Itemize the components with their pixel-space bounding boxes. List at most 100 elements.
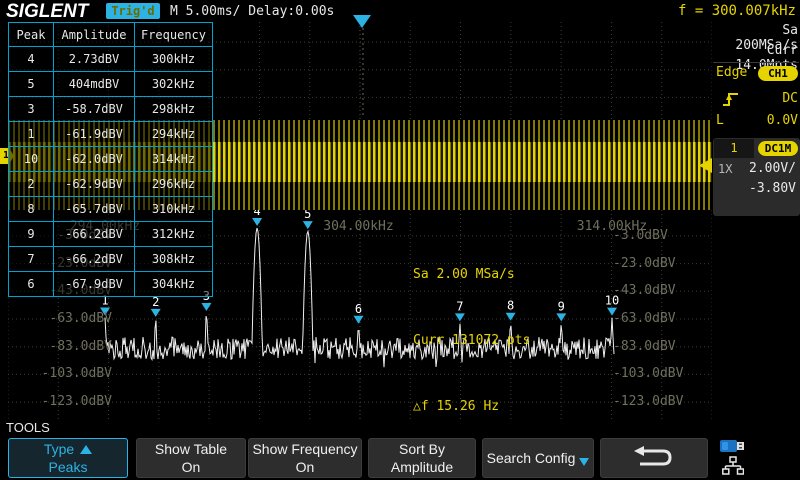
- peak-table-header: Frequency: [135, 23, 213, 47]
- peak-table-cell: 3: [9, 97, 54, 122]
- peak-table-cell: 1: [9, 122, 54, 147]
- peak-table-cell: 304kHz: [135, 272, 213, 297]
- menu-button-type[interactable]: Type Peaks: [8, 438, 128, 478]
- fft-sample-rate: Sa 2.00 MSa/s: [413, 264, 530, 286]
- db-axis-label-right: -123.0dBV: [613, 395, 703, 409]
- menu-button-sort-by[interactable]: Sort By Amplitude: [368, 438, 476, 478]
- db-axis-label-left: -63.0dBV: [38, 312, 112, 326]
- fft-points: Curr 131072 pts: [413, 330, 530, 352]
- peak-table: PeakAmplitudeFrequency42.73dBV300kHz5404…: [8, 22, 213, 297]
- channel-number[interactable]: 1: [714, 139, 754, 158]
- sidebar-divider: [713, 62, 799, 63]
- channel-coupling-badge[interactable]: DC1M: [758, 141, 798, 156]
- trigger-source-badge[interactable]: CH1: [758, 66, 798, 81]
- peak-table-cell: 7: [9, 247, 54, 272]
- peak-table-cell: 9: [9, 222, 54, 247]
- peak-table-cell: 310kHz: [135, 197, 213, 222]
- frequency-counter: f = 300.007kHz: [560, 3, 796, 19]
- oscilloscope-screen: SIGLENT Trig'd M 5.00ms/ Delay:0.00s f =…: [0, 0, 800, 480]
- db-axis-label-right: -23.0dBV: [613, 257, 703, 271]
- peak-table-row: 42.73dBV300kHz: [9, 47, 213, 72]
- db-axis-label-right: -43.0dBV: [613, 284, 703, 298]
- peak-table-cell: 8: [9, 197, 54, 222]
- peak-table-cell: -66.2dBV: [54, 247, 135, 272]
- peak-table-cell: 314kHz: [135, 147, 213, 172]
- peak-table-row: 3-58.7dBV298kHz: [9, 97, 213, 122]
- peak-table-row: 7-66.2dBV308kHz: [9, 247, 213, 272]
- timebase-readout[interactable]: M 5.00ms/ Delay:0.00s: [170, 4, 334, 19]
- sort-by-value: Amplitude: [391, 458, 453, 476]
- db-axis-label-right: -63.0dBV: [613, 312, 703, 326]
- peak-table-cell: 308kHz: [135, 247, 213, 272]
- fft-info-box: Sa 2.00 MSa/s Curr 131072 pts △f 15.26 H…: [413, 220, 530, 462]
- peak-table-cell: 2: [9, 172, 54, 197]
- menu-button-back[interactable]: [600, 438, 708, 478]
- peak-table-cell: -62.9dBV: [54, 172, 135, 197]
- peak-marker-number: 9: [558, 299, 565, 313]
- peak-table-cell: -65.7dBV: [54, 197, 135, 222]
- show-frequency-label: Show Frequency: [252, 440, 357, 458]
- freq-axis-label: 304.00kHz: [323, 219, 393, 234]
- peak-marker: [556, 313, 566, 321]
- peak-table-cell: 4: [9, 47, 54, 72]
- trigger-status-badge: Trig'd: [106, 3, 160, 19]
- peak-table-cell: 302kHz: [135, 72, 213, 97]
- type-value: Peaks: [49, 458, 88, 476]
- peak-table-cell: -58.7dBV: [54, 97, 135, 122]
- show-table-value: On: [182, 458, 201, 476]
- sort-by-label: Sort By: [399, 440, 445, 458]
- down-arrow-icon: [579, 458, 589, 466]
- peak-table-cell: 5: [9, 72, 54, 97]
- peak-marker: [354, 316, 364, 324]
- peak-table-cell: 298kHz: [135, 97, 213, 122]
- peak-table-cell: 6: [9, 272, 54, 297]
- peak-table-cell: 404mdBV: [54, 72, 135, 97]
- trigger-position-marker[interactable]: [353, 15, 371, 28]
- peak-table-row: 8-65.7dBV310kHz: [9, 197, 213, 222]
- peak-table-cell: 2.73dBV: [54, 47, 135, 72]
- peak-marker-number: 6: [355, 302, 362, 316]
- channel-scale: 2.00V/: [714, 161, 796, 176]
- db-axis-label-right: -103.0dBV: [613, 367, 703, 381]
- peak-marker: [252, 218, 262, 226]
- show-frequency-value: On: [296, 458, 315, 476]
- peak-marker: [151, 309, 161, 317]
- peak-table-header: Amplitude: [54, 23, 135, 47]
- trigger-coupling[interactable]: DC: [714, 91, 798, 106]
- db-axis-label-right: -83.0dBV: [613, 340, 703, 354]
- peak-marker: [201, 303, 211, 311]
- type-label: Type: [44, 440, 74, 458]
- peak-marker: [303, 221, 313, 229]
- peak-table-row: 5404mdBV302kHz: [9, 72, 213, 97]
- menu-button-show-table[interactable]: Show Table On: [136, 438, 246, 478]
- db-axis-label-left: -83.0dBV: [38, 340, 112, 354]
- channel-offset: -3.80V: [714, 181, 796, 196]
- peak-table-row: 1-61.9dBV294kHz: [9, 122, 213, 147]
- peak-table-row: 10-62.0dBV314kHz: [9, 147, 213, 172]
- peak-table-cell: -62.0dBV: [54, 147, 135, 172]
- back-arrow-icon: [632, 445, 676, 471]
- menu-button-search-config[interactable]: Search Config: [482, 438, 594, 478]
- peak-table-cell: 312kHz: [135, 222, 213, 247]
- show-table-label: Show Table: [155, 440, 227, 458]
- search-config-label: Search Config: [487, 449, 576, 467]
- db-axis-label-left: -103.0dBV: [38, 367, 112, 381]
- trigger-level-value: 0.0V: [714, 113, 798, 128]
- menu-title: TOOLS: [6, 420, 50, 435]
- usb-icon: [720, 439, 746, 453]
- peak-table-row: 2-62.9dBV296kHz: [9, 172, 213, 197]
- siglent-logo: SIGLENT: [6, 1, 88, 23]
- menu-button-show-frequency[interactable]: Show Frequency On: [248, 438, 362, 478]
- peak-table-cell: 294kHz: [135, 122, 213, 147]
- up-arrow-icon: [80, 445, 92, 454]
- fft-delta-f: △f 15.26 Hz: [413, 396, 530, 418]
- peak-table-header: Peak: [9, 23, 54, 47]
- trigger-type-label[interactable]: Edge: [716, 65, 747, 80]
- peak-table-row: 9-66.2dBV312kHz: [9, 222, 213, 247]
- db-axis-label-right: -3.0dBV: [613, 229, 703, 243]
- lan-icon: [722, 456, 744, 476]
- peak-table-cell: -61.9dBV: [54, 122, 135, 147]
- db-axis-label-left: -123.0dBV: [38, 395, 112, 409]
- peak-table-row: 6-67.9dBV304kHz: [9, 272, 213, 297]
- peak-table-header-row: PeakAmplitudeFrequency: [9, 23, 213, 47]
